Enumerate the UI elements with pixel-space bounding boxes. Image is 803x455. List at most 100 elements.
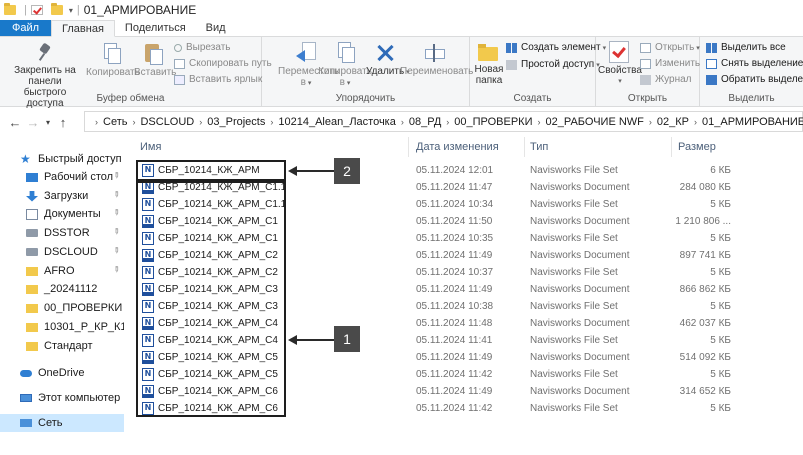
open-button[interactable]: Открыть ▾ [640,42,700,53]
select-group: Выделить все Снять выделение Обратить вы… [700,37,803,107]
address-bar[interactable]: › Сеть › DSCLOUD › 03_Projects › 10214_Alea… [84,111,803,132]
delete-icon [375,42,395,64]
paste-shortcut-icon [174,74,185,85]
new-item-icon [506,42,517,53]
breadcrumb-item[interactable]: 10214_Alean_Ласточка [273,116,401,128]
folder-icon [26,303,38,313]
callout-arrow [296,339,334,341]
sidebar-item-checks[interactable]: 00_ПРОВЕРКИ [0,299,124,317]
quick-access-dropdown-icon[interactable]: ▾ [69,6,73,15]
tab-file[interactable]: Файл [0,20,52,36]
breadcrumb-item[interactable]: DSCLOUD [135,116,199,128]
cloud-icon [20,369,32,377]
copy-to-icon [336,42,355,64]
arrow-left-icon [288,335,297,345]
back-arrow-icon[interactable]: ← [6,115,24,130]
breadcrumb-item[interactable]: Сеть [98,116,132,128]
column-header-size[interactable]: Размер [678,137,716,157]
copy-button[interactable]: Копировать [86,43,140,78]
copy-path-button[interactable]: Скопировать путь [174,58,272,69]
properties-quick-icon[interactable] [30,5,43,15]
title-bar: | ▾ | 01_АРМИРОВАНИЕ [0,0,803,20]
folder-icon [26,266,38,276]
cut-button[interactable]: Вырезать [174,42,230,53]
history-icon [640,74,651,85]
sidebar-item-dsstor[interactable]: DSSTOR [0,224,124,242]
ribbon-tabs: Файл Главная Поделиться Вид [0,20,803,37]
drive-icon [26,248,38,256]
new-item-button[interactable]: Создать элемент ▾ [506,42,606,53]
callout-box-file-group [136,181,286,417]
sidebar-item-dscloud[interactable]: DSCLOUD [0,243,124,261]
organize-group: Переместить в ▾ Копировать в ▾ Удалить ▾ Пе… [262,37,473,107]
select-all-button[interactable]: Выделить все [706,42,786,53]
open-group: Свойства ▾ Открыть ▾ Изменить Журнал Откр… [596,37,700,107]
paste-shortcut-button[interactable]: Вставить ярлык [174,74,262,85]
navigation-pane: ★ Быстрый доступ Рабочий стол ✎ Загрузки … [0,138,124,455]
edit-icon [640,58,651,69]
select-group-label: Выделить [728,93,775,104]
computer-icon [20,394,32,402]
invert-selection-icon [706,74,717,85]
organize-group-label: Упорядочить [335,93,396,104]
star-icon: ★ [20,151,31,166]
forward-arrow-icon[interactable]: → [24,115,42,130]
breadcrumb-item[interactable]: 02_РАБОЧИЕ NWF [541,116,649,128]
breadcrumb-item[interactable]: 03_Projects [202,116,270,128]
breadcrumb-item[interactable]: 02_КР [652,116,694,128]
open-group-label: Открыть [627,93,668,104]
sidebar-item-documents[interactable]: Документы [0,205,124,223]
drive-icon [26,229,38,237]
sidebar-item-afro[interactable]: AFRO [0,262,124,280]
easy-access-icon [506,59,517,70]
sidebar-item-desktop[interactable]: Рабочий стол [0,168,124,186]
easy-access-button[interactable]: Простой доступ ▾ [506,59,600,70]
desktop-icon [26,172,38,182]
sidebar-item-standard[interactable]: Стандарт [0,337,124,355]
recent-dropdown-icon[interactable]: ▾ [42,118,54,127]
download-icon [26,190,38,202]
select-all-icon [706,42,717,53]
new-folder-quick-icon[interactable] [50,3,63,15]
pin-icon [37,43,53,63]
sidebar-item-20241112[interactable]: _20241112 [0,280,124,298]
delete-button[interactable]: Удалить ▾ [366,42,410,78]
callout-arrow [296,170,334,172]
tab-share[interactable]: Поделиться [115,20,196,36]
folder-icon [26,341,38,351]
paste-button[interactable]: Вставить [134,41,176,78]
breadcrumb-item[interactable]: 00_ПРОВЕРКИ [449,116,537,128]
sidebar-item-this-pc[interactable]: Этот компьютер [0,389,124,407]
clipboard-group-label: Буфер обмена [96,93,165,104]
tab-home[interactable]: Главная [51,20,115,37]
callout-box-first-file [136,160,286,181]
scissors-icon [174,43,182,52]
invert-selection-button[interactable]: Обратить выделение [706,74,803,85]
edit-button[interactable]: Изменить [640,58,700,69]
breadcrumb-item[interactable]: 08_РД [404,116,446,128]
column-header-date[interactable]: Дата изменения [416,137,499,157]
arrow-left-icon [288,166,297,176]
window-title: 01_АРМИРОВАНИЕ [83,3,197,17]
folder-icon [4,3,16,15]
sidebar-item-quick-access[interactable]: ★ Быстрый доступ [0,150,124,168]
column-header-name[interactable]: Имя [140,137,161,157]
select-none-icon [706,58,717,69]
properties-button[interactable]: Свойства ▾ [598,41,642,87]
folder-icon [26,322,38,332]
select-none-button[interactable]: Снять выделение [706,58,803,69]
ribbon: Закрепить на панели быстрого доступа Коп… [0,37,803,109]
rename-button[interactable]: Переименовать [400,42,473,77]
sidebar-item-downloads[interactable]: Загрузки [0,187,124,205]
history-button[interactable]: Журнал [640,74,692,85]
column-header-type[interactable]: Тип [530,137,548,157]
sidebar-item-10301[interactable]: 10301_Р_КР_К1_с1_I [0,318,124,336]
new-folder-button[interactable]: Новая папка [472,42,506,86]
paste-icon [143,41,163,65]
clipboard-group: Закрепить на панели быстрого доступа Коп… [0,37,272,109]
up-arrow-icon[interactable]: ↑ [54,115,72,130]
breadcrumb-item[interactable]: 01_АРМИРОВАНИЕ [697,116,803,128]
tab-view[interactable]: Вид [196,20,236,36]
sidebar-item-onedrive[interactable]: OneDrive [0,364,124,382]
sidebar-item-network[interactable]: Сеть [0,414,124,432]
